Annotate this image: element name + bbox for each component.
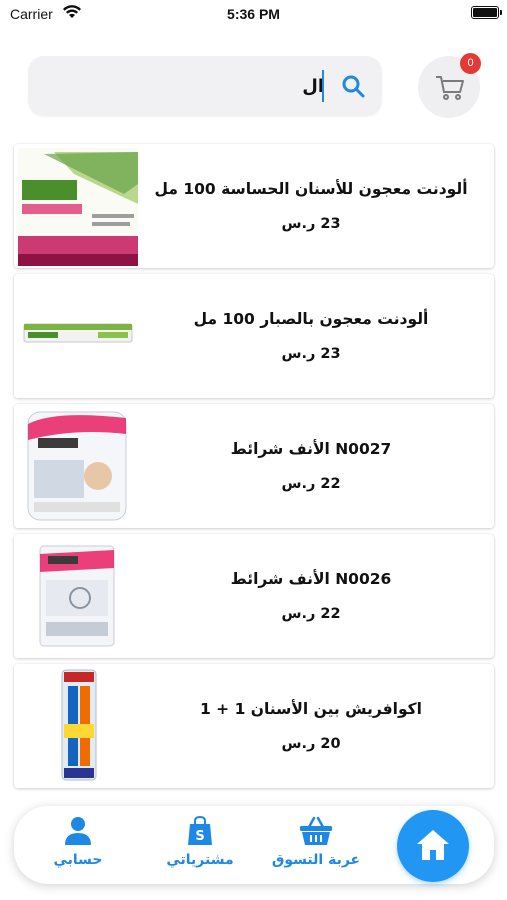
nav-item-account[interactable]: حسابي [28, 816, 128, 868]
product-image [14, 404, 140, 528]
header: 0 [0, 48, 507, 128]
product-price: 23 ر.س [281, 346, 341, 362]
product-image [14, 274, 140, 398]
product-card[interactable]: ألودنت معجون للأسنان الحساسة 100 مل 23 ر… [14, 144, 494, 268]
user-icon [65, 817, 91, 845]
product-title: ألودنت معجون بالصبار 100 مل [193, 310, 429, 328]
product-price: 22 ر.س [281, 476, 341, 492]
product-price: 20 ر.س [281, 736, 341, 752]
product-list[interactable]: ألودنت معجون للأسنان الحساسة 100 مل 23 ر… [14, 144, 494, 794]
text-cursor [322, 70, 324, 102]
search-icon[interactable] [340, 73, 366, 99]
nav-label-purchases: مشترياتي [166, 852, 234, 868]
product-card[interactable]: ألودنت معجون بالصبار 100 مل 23 ر.س [14, 274, 494, 398]
clock: 5:36 PM [227, 6, 280, 22]
nav-label-account: حسابي [53, 852, 103, 868]
status-bar: Carrier 5:36 PM [0, 0, 507, 30]
cart-icon [436, 76, 464, 100]
product-title: N0027 الأنف شرائط [230, 440, 392, 458]
cart-count-badge: 0 [460, 53, 481, 74]
home-button[interactable] [397, 810, 469, 882]
product-card[interactable]: N0027 الأنف شرائط 22 ر.س [14, 404, 494, 528]
basket-icon [300, 816, 332, 845]
product-price: 23 ر.س [281, 216, 341, 232]
battery-icon [471, 6, 502, 19]
nav-item-shopping-cart[interactable]: عربة التسوق [266, 816, 366, 868]
svg-text:S: S [195, 829, 204, 844]
product-title: N0026 الأنف شرائط [230, 570, 392, 588]
product-image [14, 144, 140, 268]
search-input[interactable] [128, 68, 324, 104]
product-card[interactable]: N0026 الأنف شرائط 22 ر.س [14, 534, 494, 658]
product-title: اكوافريش بين الأسنان 1 + 1 [199, 700, 422, 718]
product-title: ألودنت معجون للأسنان الحساسة 100 مل [154, 180, 468, 198]
product-card[interactable]: اكوافريش بين الأسنان 1 + 1 20 ر.س [14, 664, 494, 788]
shopping-bag-icon: S [188, 816, 212, 845]
product-image [14, 534, 140, 658]
product-price: 22 ر.س [281, 606, 341, 622]
bottom-nav: حسابي S مشترياتي عربة التسوق [14, 806, 494, 884]
nav-item-purchases[interactable]: S مشترياتي [150, 816, 250, 868]
nav-label-shopping-cart: عربة التسوق [271, 852, 361, 868]
search-bar[interactable] [28, 56, 382, 116]
home-icon [417, 830, 449, 860]
product-image [14, 664, 140, 788]
cart-button[interactable]: 0 [418, 53, 481, 118]
